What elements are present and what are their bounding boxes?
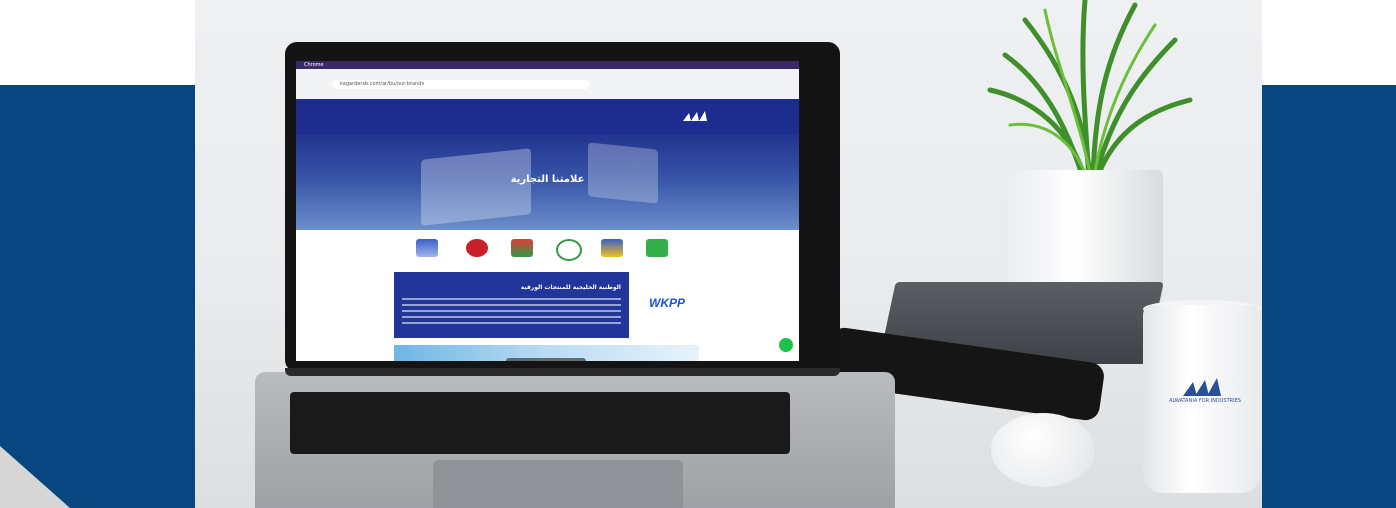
mug-brand-text: ALWATANIA FOR INDUSTRIES [1169,398,1241,404]
text-line [402,310,621,312]
plant-leaves [987,0,1193,178]
address-bar: kagardersb.com/ar/bu/our-brands [332,80,590,89]
text-line [402,304,621,306]
menubar-app-name: Chrome [304,62,324,68]
brand-logo-3 [511,239,533,257]
desk-photo: ALWATANIA FOR INDUSTRIES Chrome kagarder… [195,0,1262,508]
left-blue-band [0,85,195,508]
flag-left [421,148,531,226]
corner-triangle [0,446,70,508]
laptop-trackpad [433,460,683,508]
mug-logo-icon [1183,378,1221,396]
laptop-keyboard [290,392,790,454]
flag-right [588,142,658,204]
mac-menubar: Chrome [296,61,799,69]
text-line [402,298,621,300]
brand-logos-row [416,239,696,265]
text-line [402,316,621,318]
brand-heading: الوطنية الخليجية للمنتجات الورقية [520,284,621,291]
chat-icon [779,338,793,352]
wkpp-logo: WKPP [640,282,694,330]
website-navbar [296,99,799,134]
hero-title: علامتنا التجارية [510,174,585,185]
brand-card: الوطنية الخليجية للمنتجات الورقية WKPP [394,272,699,338]
white-mouse [991,413,1095,487]
brand-logo-2 [466,239,488,257]
site-logo-icon [683,111,707,121]
brand-logo-6 [646,239,668,257]
brand-logo-5 [601,239,623,257]
brand-logo-4 [556,239,582,261]
wkpp-logo-text: WKPP [649,296,685,310]
brand-logo-1 [416,239,438,257]
hero-banner: علامتنا التجارية [296,134,799,230]
text-line [402,322,621,324]
laptop-hinge [285,368,840,376]
laptop-screen: Chrome kagardersb.com/ar/bu/our-brands ع… [296,61,799,361]
brand-description-panel: الوطنية الخليجية للمنتجات الورقية [394,272,629,338]
browser-toolbar: kagardersb.com/ar/bu/our-brands [296,69,799,100]
right-blue-band [1262,85,1396,508]
mac-dock [506,358,586,361]
